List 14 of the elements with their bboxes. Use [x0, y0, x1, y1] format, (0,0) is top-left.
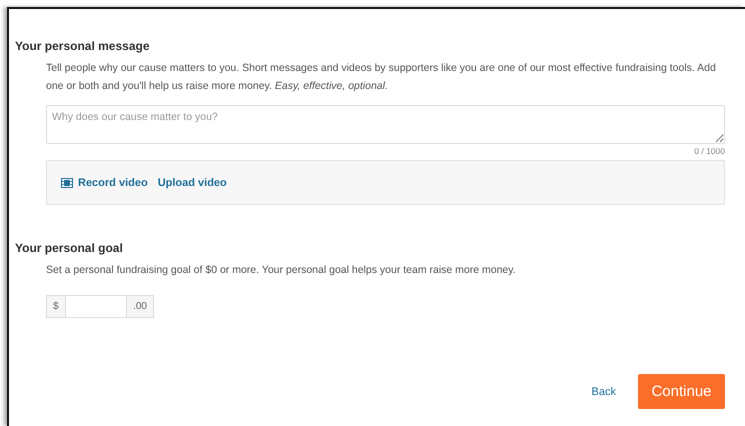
record-video-link[interactable]: Record video [61, 176, 148, 188]
back-link[interactable]: Back [592, 386, 616, 398]
description-text: Set a personal fundraising goal of $0 or more. Your personal goal helps your team raise more money. [46, 263, 517, 278]
film-icon [61, 178, 73, 188]
description-text: Tell people why our cause matters to you. Short messages and videos by supporters like you are one of our most effective fundraising tools. Add one or both and you'll help us raise more money. Easy, effective, optional. [46, 61, 717, 94]
upload-video-link[interactable]: Upload video [158, 176, 227, 188]
currency-prefix: $ [46, 295, 66, 318]
message-field[interactable]: Why does our cause matter to you? [46, 105, 725, 144]
section-heading: Your personal goal [15, 241, 124, 255]
character-counter: 0 / 1000 [693, 146, 725, 156]
continue-button[interactable]: Continue [638, 374, 725, 409]
section-heading: Your personal message [15, 39, 150, 53]
goal-amount-field[interactable] [66, 295, 126, 318]
currency-suffix: .00 [126, 295, 154, 318]
